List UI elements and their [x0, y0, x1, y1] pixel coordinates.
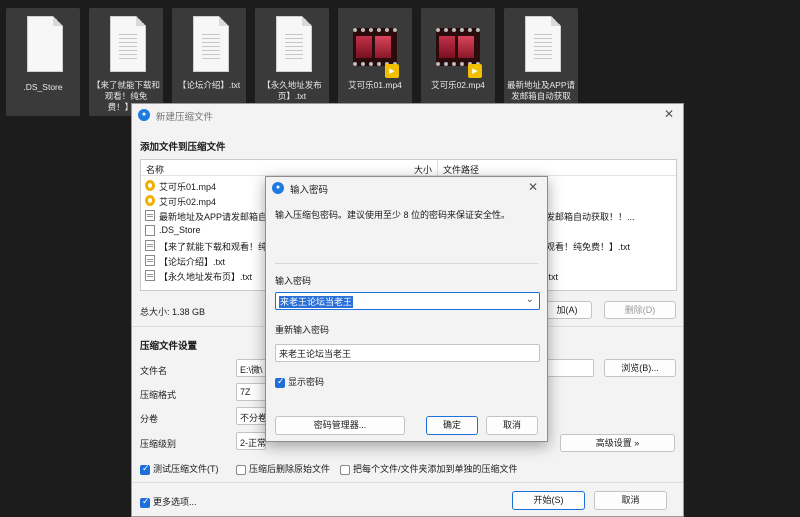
more-options-checkbox[interactable]: 更多选项... [140, 495, 197, 508]
browse-button[interactable]: 浏览(B)... [604, 359, 676, 377]
close-icon[interactable]: ✕ [661, 106, 677, 122]
filename-field-tail[interactable] [542, 359, 594, 377]
cancel-button[interactable]: 取消 [594, 491, 667, 510]
column-name[interactable]: 名称 [146, 163, 164, 176]
start-button[interactable]: 开始(S) [512, 491, 585, 510]
window-titlebar: ● 新建压缩文件 ✕ [132, 104, 683, 126]
text-file-icon [145, 210, 155, 221]
player-badge-icon: ▶ [468, 64, 482, 78]
row-name: .DS_Store [159, 225, 201, 235]
dialog-titlebar: ● 输入密码 ✕ [266, 177, 547, 199]
divider [275, 263, 538, 264]
checkbox-checked-icon [140, 463, 150, 475]
blank-file-icon [21, 14, 65, 76]
close-icon[interactable]: ✕ [525, 179, 541, 195]
checkbox-checked-icon [140, 496, 150, 508]
checkbox-label: 更多选项... [153, 497, 197, 507]
password-value: 来老王论坛当老王 [279, 296, 354, 308]
text-file-icon [145, 240, 155, 251]
enter-password-label: 输入密码 [275, 276, 312, 286]
archive-settings-heading: 压缩文件设置 [140, 341, 198, 352]
password-dialog: ● 输入密码 ✕ 输入压缩包密码。建议使用至少 8 位的密码来保证安全性。 输入… [265, 176, 548, 442]
blank-file-icon [145, 225, 155, 236]
desktop-file-free-download-txt[interactable]: 【来了就能下载和观看！纯免费！】.txt [89, 8, 163, 116]
row-name: 【论坛介绍】.txt [159, 257, 226, 267]
column-divider[interactable] [437, 160, 438, 176]
checkbox-checked-icon [275, 376, 285, 388]
text-file-icon [270, 14, 314, 76]
video-file-icon: ▶ [353, 14, 399, 78]
row-path: 请发邮箱自动获取！！... [537, 212, 635, 222]
app-logo-icon: ● [272, 182, 284, 194]
column-size[interactable]: 大小 [414, 163, 432, 176]
window-title: 新建压缩文件 [156, 112, 214, 123]
chevron-down-icon[interactable]: ⌄ [526, 294, 534, 305]
total-size: 总大小: 1.38 GB [140, 307, 206, 317]
row-name: 最新地址及APP请发邮箱自动 [159, 212, 277, 222]
video-file-icon [145, 195, 155, 206]
row-name: 【来了就能下载和观看！纯免 [159, 242, 277, 252]
text-file-icon [519, 14, 563, 76]
reenter-password-value: 来老王论坛当老王 [279, 349, 352, 359]
checkbox-label: 把每个文件/文件夹添加到单独的压缩文件 [353, 464, 518, 474]
compression-level-label: 压缩级别 [140, 439, 177, 449]
checkbox-empty-icon [340, 464, 350, 475]
password-hint: 输入压缩包密码。建议使用至少 8 位的密码来保证安全性。 [275, 210, 511, 220]
text-file-icon [187, 14, 231, 76]
desktop-file-video-01[interactable]: ▶ 艾可乐01.mp4 [338, 8, 412, 116]
checkbox-label: 测试压缩文件(T) [153, 464, 219, 474]
column-path[interactable]: 文件路径 [443, 163, 479, 176]
divider [132, 482, 683, 483]
reenter-password-input[interactable]: 来老王论坛当老王 [275, 344, 540, 362]
row-name: 艾可乐01.mp4 [159, 182, 217, 192]
video-file-icon: ▶ [436, 14, 482, 78]
text-file-icon [145, 255, 155, 266]
file-name: .DS_Store [23, 82, 63, 92]
checkbox-label: 显示密码 [288, 377, 325, 387]
checkbox-empty-icon [236, 464, 246, 475]
desktop-file-permanent-address-txt[interactable]: 【永久地址发布页】.txt [255, 8, 329, 116]
filename-label: 文件名 [140, 366, 168, 376]
compression-level-select[interactable]: 2-正常压缩 [236, 432, 266, 450]
desktop-file-forum-intro-txt[interactable]: 【论坛介绍】.txt [172, 8, 246, 116]
filename-field[interactable]: E:\微\ [236, 359, 266, 377]
app-logo-icon: ● [138, 109, 150, 121]
delete-after-checkbox[interactable]: 压缩后删除原始文件 [236, 462, 330, 475]
reenter-password-label: 重新输入密码 [275, 325, 330, 335]
text-file-icon [104, 14, 148, 76]
row-name: 【永久地址发布页】.txt [159, 272, 253, 282]
show-password-checkbox[interactable]: 显示密码 [275, 375, 324, 388]
checkbox-label: 压缩后删除原始文件 [249, 464, 331, 474]
split-select[interactable]: 不分卷 [236, 407, 266, 425]
add-button[interactable]: 加(A) [542, 301, 592, 319]
dialog-title: 输入密码 [290, 185, 329, 196]
text-file-icon [145, 270, 155, 281]
password-input[interactable]: 来老王论坛当老王 ⌄ [275, 292, 540, 310]
desktop-file-video-02[interactable]: ▶ 艾可乐02.mp4 [421, 8, 495, 116]
desktop-file-ds-store[interactable]: .DS_Store [6, 8, 80, 116]
password-manager-button[interactable]: 密码管理器... [275, 416, 405, 435]
desktop-file-latest-address[interactable]: 最新地址及APP请发邮箱自动获取 [504, 8, 578, 116]
split-label: 分卷 [140, 414, 159, 424]
dialog-cancel-button[interactable]: 取消 [486, 416, 538, 435]
format-select[interactable]: 7Z [236, 383, 266, 401]
row-path: 和观看！纯免费！】.txt [537, 242, 631, 252]
player-badge-icon: ▶ [385, 64, 399, 78]
list-header: 名称 大小 文件路径 [141, 160, 676, 176]
add-files-heading: 添加文件到压缩文件 [140, 142, 226, 153]
advanced-settings-button[interactable]: 高级设置 » [560, 434, 675, 452]
row-name: 艾可乐02.mp4 [159, 197, 217, 207]
video-file-icon [145, 180, 155, 191]
delete-button[interactable]: 删除(D) [604, 301, 676, 319]
format-label: 压缩格式 [140, 390, 177, 400]
separate-archives-checkbox[interactable]: 把每个文件/文件夹添加到单独的压缩文件 [340, 462, 518, 475]
test-archive-checkbox[interactable]: 测试压缩文件(T) [140, 462, 219, 475]
ok-button[interactable]: 确定 [426, 416, 478, 435]
